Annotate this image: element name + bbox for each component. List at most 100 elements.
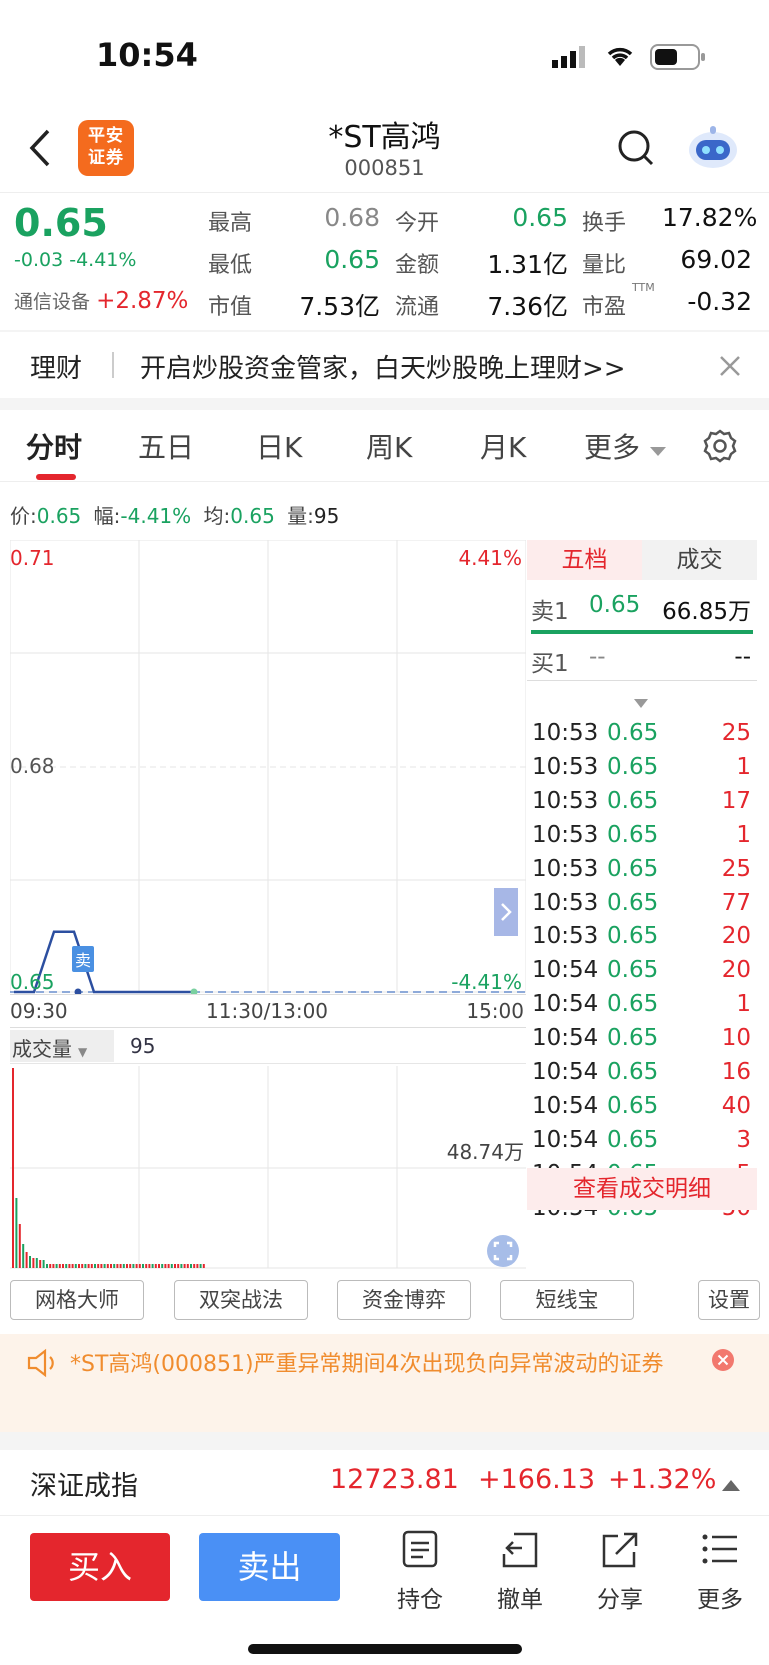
pe-ttm-sup: TTM bbox=[632, 281, 655, 294]
cancel-order-button[interactable]: 撤单 bbox=[485, 1530, 555, 1614]
search-icon[interactable] bbox=[616, 128, 656, 172]
trade-row: 10:53 0.65 1 bbox=[527, 754, 757, 788]
tool-double-break[interactable]: 双突战法 bbox=[174, 1280, 308, 1320]
fullscreen-icon[interactable] bbox=[486, 1234, 520, 1272]
expand-arrow-icon[interactable] bbox=[494, 888, 518, 936]
tool-capital-game[interactable]: 资金博弈 bbox=[337, 1280, 471, 1320]
trade-row: 10:53 0.65 1 bbox=[527, 822, 757, 856]
ask-bid-bar bbox=[531, 630, 753, 634]
share-button[interactable]: 分享 bbox=[585, 1530, 655, 1614]
section-gap bbox=[0, 398, 769, 410]
view-trade-details-button[interactable]: 查看成交明细 bbox=[527, 1168, 757, 1210]
tab-indicator bbox=[36, 474, 76, 480]
trade-row: 10:54 0.65 16 bbox=[527, 1059, 757, 1093]
tab-daily-k[interactable]: 日K bbox=[256, 426, 302, 466]
volume-bar-small bbox=[68, 1264, 71, 1268]
volume-bar-small bbox=[170, 1264, 173, 1268]
volume-header: 成交量 ▼ 95 bbox=[10, 1030, 526, 1064]
more-button[interactable]: 更多 bbox=[685, 1530, 755, 1614]
label-mktcap: 市值 bbox=[208, 295, 253, 320]
holdings-button[interactable]: 持仓 bbox=[385, 1530, 455, 1614]
bid-volume: -- bbox=[734, 644, 751, 670]
sector-row[interactable]: 通信设备 +2.87% bbox=[14, 287, 188, 314]
trade-volume: 1 bbox=[736, 753, 751, 780]
trade-price: 0.65 bbox=[607, 991, 659, 1018]
tab-intraday[interactable]: 分时 bbox=[26, 426, 82, 466]
info-amp-label: 幅: bbox=[93, 504, 121, 528]
trade-volume: 3 bbox=[736, 1126, 751, 1153]
notice-text: *ST高鸿(000851)严重异常期间4次出现负向异常波动的证券 bbox=[70, 1352, 664, 1377]
ask-volume: 66.85万 bbox=[662, 599, 751, 625]
trade-volume: 25 bbox=[721, 720, 751, 746]
tab-five-day[interactable]: 五日 bbox=[138, 426, 194, 466]
volume-bar-small bbox=[177, 1264, 180, 1268]
ask-row[interactable]: 卖1 0.65 66.85万 bbox=[527, 592, 757, 626]
volume-bar-small bbox=[122, 1264, 125, 1268]
volume-bar-small bbox=[132, 1264, 135, 1268]
bid-row[interactable]: 买1 -- -- bbox=[527, 644, 757, 678]
trade-row: 10:54 0.65 20 bbox=[527, 957, 757, 991]
trade-row: 10:53 0.65 25 bbox=[527, 720, 757, 754]
close-notice-icon[interactable] bbox=[711, 1348, 735, 1376]
sell-marker[interactable]: 卖 bbox=[72, 946, 95, 972]
buy-button[interactable]: 买入 bbox=[30, 1533, 170, 1601]
volume-selector[interactable]: 成交量 ▼ bbox=[10, 1030, 114, 1062]
tool-grid-master[interactable]: 网格大师 bbox=[10, 1280, 144, 1320]
tab-order-book-label: 五档 bbox=[561, 547, 608, 573]
trade-time: 10:53 bbox=[532, 720, 599, 746]
volume-bar bbox=[32, 1258, 35, 1268]
volume-bar-small bbox=[103, 1264, 106, 1268]
tool-settings[interactable]: 设置 bbox=[698, 1280, 760, 1320]
volume-bar-small bbox=[138, 1264, 141, 1268]
order-book-panel: 五档 成交 卖1 0.65 66.85万 买1 -- -- 10:53 0.65 2… bbox=[527, 540, 757, 1270]
sell-button[interactable]: 卖出 bbox=[199, 1533, 340, 1601]
volume-label: 成交量 bbox=[12, 1037, 72, 1061]
gear-icon[interactable] bbox=[702, 428, 738, 468]
trade-price: 0.65 bbox=[607, 855, 659, 882]
index-ticker[interactable]: 深证成指 12723.81 +166.13 +1.32% bbox=[0, 1450, 769, 1514]
tab-weekly-k[interactable]: 周K bbox=[366, 426, 412, 466]
volume-bar-small bbox=[145, 1264, 148, 1268]
share-icon bbox=[602, 1532, 638, 1568]
tab-order-book[interactable]: 五档 bbox=[527, 540, 642, 580]
divider bbox=[527, 680, 757, 681]
close-icon[interactable] bbox=[718, 354, 742, 382]
y-label-top: 0.71 bbox=[10, 546, 55, 570]
trade-price: 0.65 bbox=[607, 1126, 659, 1153]
volume-bar bbox=[22, 1244, 25, 1268]
trade-price: 0.65 bbox=[607, 821, 659, 848]
expand-down-icon[interactable] bbox=[634, 694, 648, 713]
robot-assistant-icon[interactable] bbox=[686, 122, 740, 176]
volume-bar-small bbox=[49, 1264, 52, 1268]
volume-bar-small bbox=[74, 1264, 77, 1268]
tab-more[interactable]: 更多 bbox=[584, 426, 640, 466]
tab-monthly-k[interactable]: 月K bbox=[480, 426, 526, 466]
volume-bar-small bbox=[126, 1264, 128, 1268]
volume-bar bbox=[25, 1252, 28, 1268]
volume-bar-small bbox=[164, 1264, 167, 1268]
trade-price: 0.65 bbox=[607, 1025, 659, 1052]
info-price: 0.65 bbox=[36, 504, 82, 528]
trade-price: 0.65 bbox=[607, 720, 659, 746]
crosshair-info: 价:0.65 幅:-4.41% 均:0.65 量:95 bbox=[10, 500, 339, 529]
info-avg-label: 均: bbox=[203, 504, 231, 528]
tool-short-term[interactable]: 短线宝 bbox=[500, 1280, 634, 1320]
trade-time: 10:54 bbox=[532, 1126, 599, 1153]
volume-bar-small bbox=[100, 1264, 103, 1268]
expand-up-icon[interactable] bbox=[722, 1476, 740, 1495]
promo-banner[interactable]: 理财 开启炒股资金管家，白天炒股晚上理财>> bbox=[0, 332, 769, 398]
volume-bar-small bbox=[78, 1264, 80, 1268]
index-pct: +1.32% bbox=[608, 1464, 717, 1495]
volume-bar-small bbox=[158, 1264, 160, 1268]
trade-volume: 25 bbox=[721, 855, 751, 882]
volume-bar-small bbox=[190, 1264, 192, 1268]
label-open: 今开 bbox=[395, 211, 440, 236]
volume-bar-small bbox=[180, 1264, 183, 1268]
trade-row: 10:54 0.65 3 bbox=[527, 1127, 757, 1161]
tab-trades[interactable]: 成交 bbox=[642, 540, 757, 580]
risk-notice[interactable]: *ST高鸿(000851)严重异常期间4次出现负向异常波动的证券 bbox=[0, 1334, 769, 1432]
trade-price: 0.65 bbox=[607, 923, 659, 950]
intraday-chart[interactable]: 0.71 4.41% 0.68 0.65 -4.41% 卖 09:30 11:3… bbox=[10, 540, 526, 1270]
trade-row: 10:53 0.65 20 bbox=[527, 923, 757, 957]
volume-bar-small bbox=[196, 1264, 199, 1268]
